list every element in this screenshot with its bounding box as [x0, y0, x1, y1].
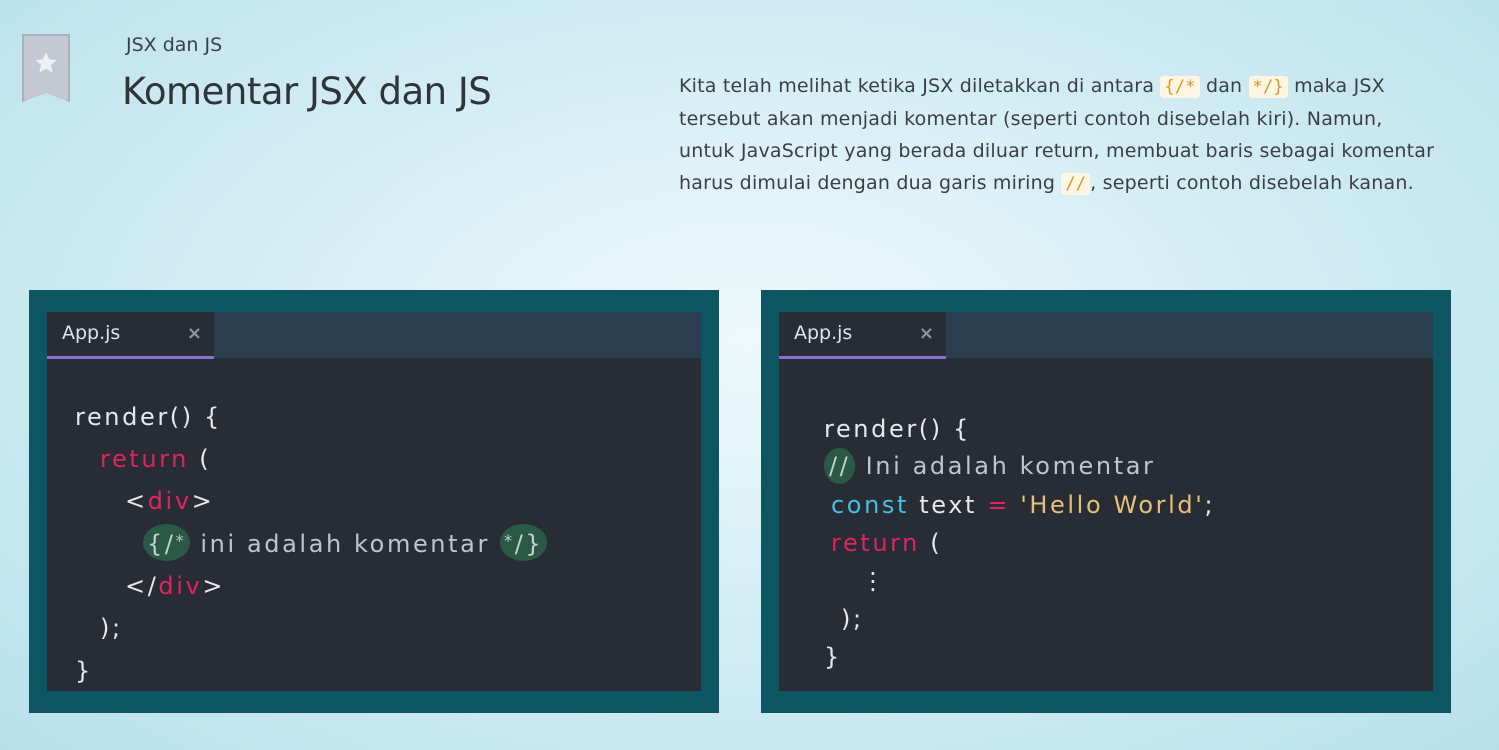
code-line: );: [841, 605, 864, 633]
left-tab-bar: App.js ×: [47, 312, 701, 359]
code-line: {/* ini adalah komentar */}: [143, 524, 548, 561]
description-paragraph: Kita telah melihat ketika JSX diletakkan…: [679, 70, 1439, 200]
left-code-editor: App.js × render() { return ( <div> {/* i…: [47, 312, 701, 691]
code-line: );: [100, 614, 123, 642]
right-code-panel: App.js × render() { // Ini adalah koment…: [761, 290, 1451, 713]
right-code-block: render() { // Ini adalah komentar const …: [779, 312, 1213, 671]
star-icon: [35, 52, 57, 73]
inline-code-jsx-close: */}: [1248, 76, 1288, 98]
left-code-block: render() { return ( <div> {/* ini adalah…: [47, 312, 548, 685]
inline-code-js-comment: //: [1061, 173, 1091, 195]
jsx-comment-text: ini adalah komentar: [190, 530, 501, 558]
code-line: render() {: [75, 403, 222, 431]
right-code-editor: App.js × render() { // Ini adalah koment…: [779, 312, 1433, 691]
description-text: dan: [1199, 75, 1249, 97]
right-tab-bar: App.js ×: [779, 312, 1433, 359]
jsx-comment-open-highlight: {/*: [143, 524, 191, 561]
description-text: Kita telah melihat ketika JSX diletakkan…: [679, 75, 1161, 97]
close-icon[interactable]: ×: [919, 323, 934, 344]
code-line: }: [824, 643, 842, 671]
code-line: const text = 'Hello World';: [831, 491, 1216, 519]
code-line: render() {: [824, 415, 971, 443]
code-line: return (: [831, 529, 943, 557]
code-line-ellipsis: ⋮: [861, 567, 888, 595]
page-title: Komentar JSX dan JS: [122, 70, 492, 113]
inline-code-jsx-open: {/*: [1160, 76, 1200, 98]
js-comment-text: Ini adalah komentar: [855, 452, 1156, 480]
code-line: return (: [100, 445, 212, 473]
section-label: JSX dan JS: [126, 34, 223, 56]
code-line: <div>: [125, 487, 215, 515]
code-line: </div>: [125, 572, 226, 600]
js-comment-highlight: //: [824, 448, 856, 484]
code-line: }: [75, 657, 93, 685]
description-text: , seperti contoh disebelah kanan.: [1090, 172, 1414, 194]
bookmark-icon[interactable]: [22, 34, 70, 102]
code-line: // Ini adalah komentar: [824, 448, 1156, 484]
left-code-panel: App.js × render() { return ( <div> {/* i…: [29, 290, 719, 713]
close-icon[interactable]: ×: [187, 323, 202, 344]
jsx-comment-close-highlight: */}: [500, 524, 548, 561]
